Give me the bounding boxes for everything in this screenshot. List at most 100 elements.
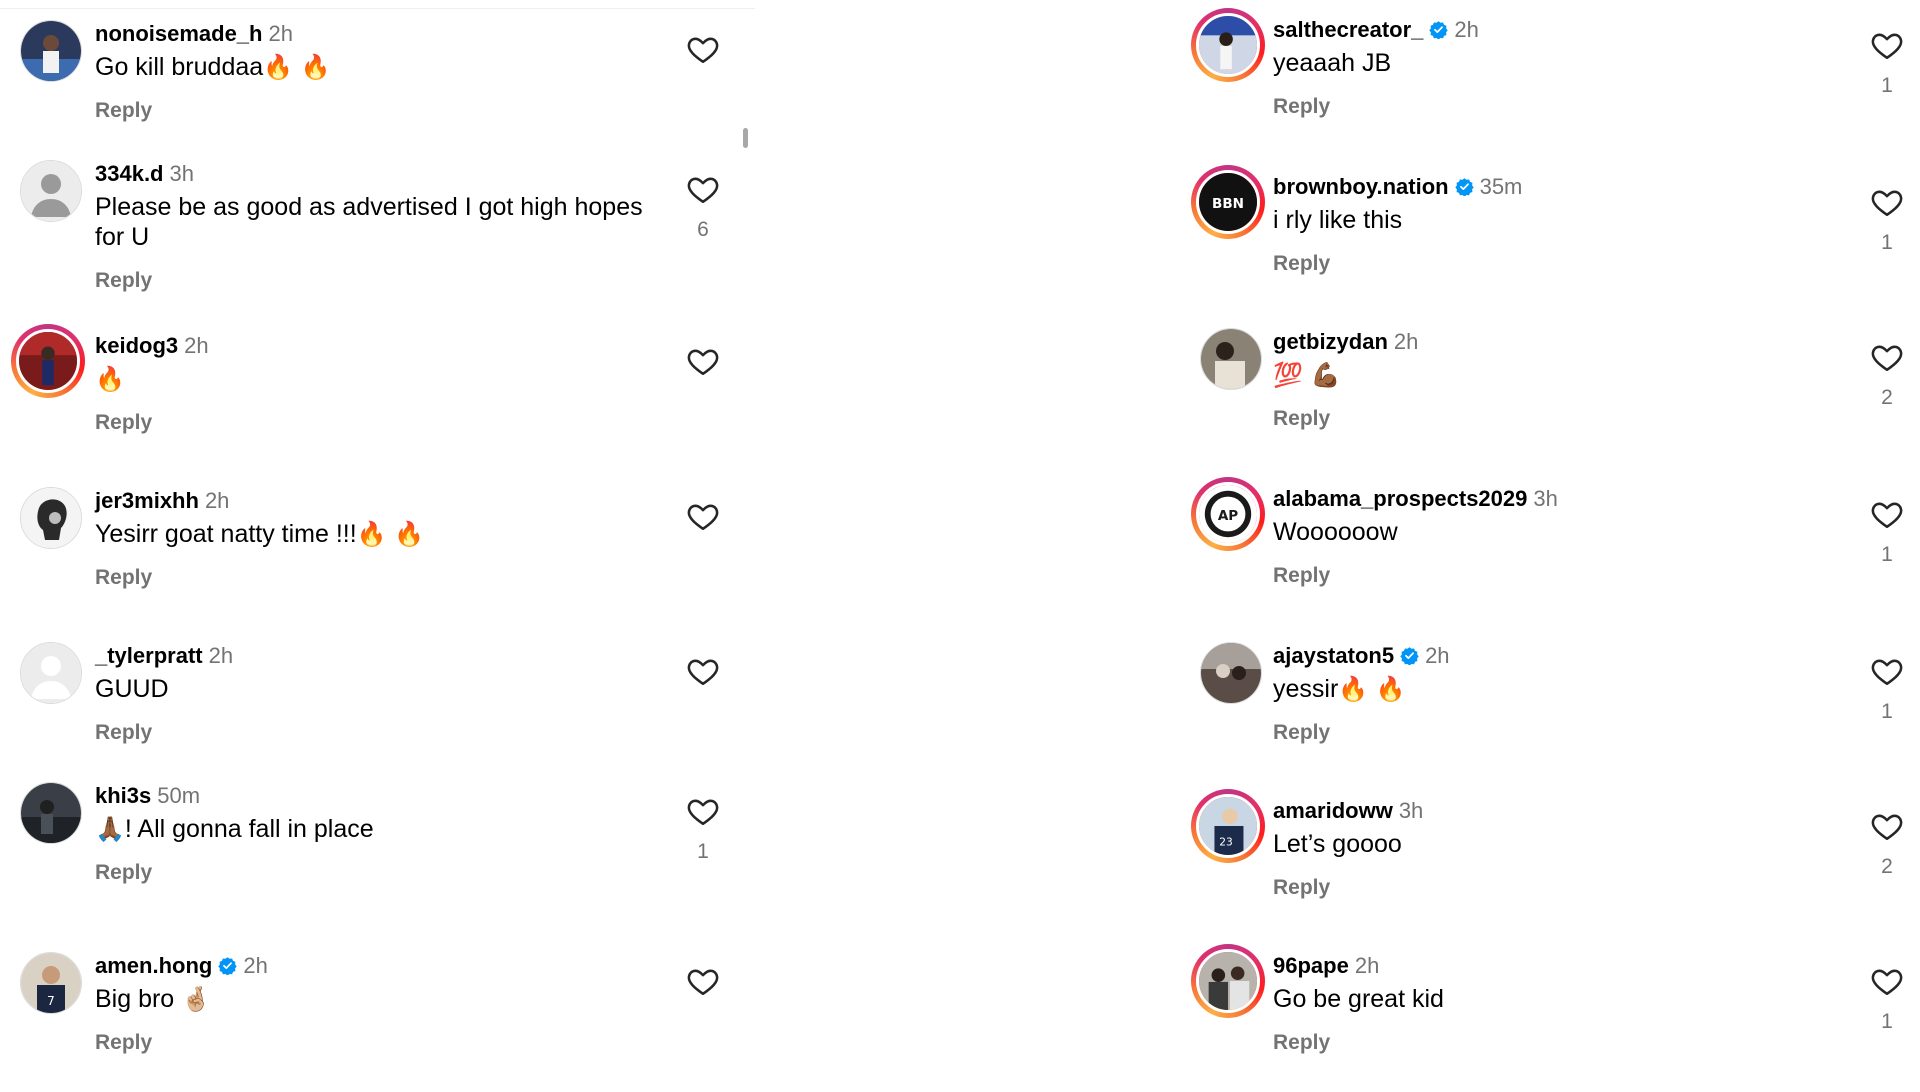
comment-meta: nonoisemade_h 2h (95, 20, 655, 48)
comment-body: khi3s 50m 🙏🏾! All gonna fall in place Rep… (95, 782, 655, 886)
username-link[interactable]: alabama_prospects2029 (1273, 486, 1527, 511)
comment-text: Let’s goooo (1273, 829, 1833, 859)
comment-emoji: 🤞🏼 (181, 985, 212, 1013)
comment-body: keidog3 2h 🔥 Reply (95, 332, 655, 436)
comment-text-content: Yesirr goat natty time !!! (95, 520, 357, 548)
avatar-with-story-ring[interactable]: AP (1191, 477, 1265, 551)
like-heart-icon[interactable] (1870, 964, 1904, 998)
comment-meta: amen.hong 2h (95, 952, 655, 980)
username-link[interactable]: ajaystaton5 (1273, 643, 1394, 668)
timestamp: 2h (1454, 17, 1479, 42)
like-heart-icon[interactable] (686, 499, 720, 533)
username-link[interactable]: jer3mixhh (95, 488, 199, 513)
timestamp: 3h (169, 161, 194, 186)
avatar[interactable]: 7 (20, 952, 82, 1014)
reply-button[interactable]: Reply (1273, 1030, 1330, 1056)
comment-emoji: 🔥 🔥 (1338, 675, 1406, 703)
avatar-with-story-ring[interactable] (1191, 8, 1265, 82)
reply-button[interactable]: Reply (95, 860, 152, 886)
avatar[interactable] (20, 20, 82, 82)
verified-badge-icon (1400, 646, 1419, 665)
username-link[interactable]: amaridoww (1273, 798, 1393, 823)
comment-meta: brownboy.nation 35m (1273, 173, 1833, 201)
comment-meta: amaridoww 3h (1273, 797, 1833, 825)
comment-text: Yesirr goat natty time !!!🔥 🔥 (95, 519, 655, 549)
like-heart-icon[interactable] (686, 654, 720, 688)
like-count: 6 (697, 218, 709, 241)
avatar[interactable] (20, 782, 82, 844)
username-link[interactable]: keidog3 (95, 333, 178, 358)
comment-emoji: 💯 💪🏾 (1273, 361, 1341, 389)
svg-text:23: 23 (1219, 835, 1233, 848)
username-link[interactable]: 96pape (1273, 953, 1349, 978)
comment-item: BBN brownboy.nation 35m i rly like this R… (1180, 165, 1920, 313)
comment-meta: keidog3 2h (95, 332, 655, 360)
like-heart-icon[interactable] (686, 344, 720, 378)
username-link[interactable]: nonoisemade_h (95, 21, 262, 46)
username-link[interactable]: salthecreator_ (1273, 17, 1423, 42)
avatar-photo (20, 782, 82, 844)
reply-button[interactable]: Reply (1273, 563, 1330, 589)
avatar[interactable] (20, 160, 82, 222)
timestamp: 35m (1479, 174, 1523, 199)
comment-item: _tylerpratt 2h GUUD Reply (0, 642, 740, 782)
reply-button[interactable]: Reply (95, 410, 152, 436)
avatar[interactable] (20, 642, 82, 704)
avatar-with-story-ring[interactable]: BBN (1191, 165, 1265, 239)
comment-item: keidog3 2h 🔥 Reply (0, 324, 740, 472)
avatar-with-story-ring[interactable] (1191, 944, 1265, 1018)
avatar[interactable] (1200, 328, 1262, 390)
avatar-with-story-ring[interactable]: 23 (1191, 789, 1265, 863)
like-heart-icon[interactable] (1870, 340, 1904, 374)
like-heart-icon[interactable] (1870, 185, 1904, 219)
avatar-photo (20, 20, 82, 82)
username-link[interactable]: brownboy.nation (1273, 174, 1449, 199)
timestamp: 3h (1533, 486, 1558, 511)
reply-button[interactable]: Reply (1273, 720, 1330, 746)
like-heart-icon[interactable] (686, 32, 720, 66)
comment-text: Big bro 🤞🏼 (95, 984, 655, 1014)
reply-button[interactable]: Reply (95, 1030, 152, 1056)
avatar-photo (16, 329, 80, 393)
reply-button[interactable]: Reply (1273, 251, 1330, 277)
comment-text: Go be great kid (1273, 984, 1833, 1014)
comment-text-content: ! All gonna fall in place (124, 815, 374, 843)
like-heart-icon[interactable] (686, 172, 720, 206)
comment-text: yeaaah JB (1273, 48, 1833, 78)
comment-text: Go kill bruddaa🔥 🔥 (95, 52, 655, 82)
reply-button[interactable]: Reply (1273, 406, 1330, 432)
comment-meta: 96pape 2h (1273, 952, 1833, 980)
comment-text-content: Big bro (95, 985, 175, 1013)
like-heart-icon[interactable] (1870, 809, 1904, 843)
username-link[interactable]: _tylerpratt (95, 643, 203, 668)
avatar[interactable] (20, 487, 82, 549)
reply-button[interactable]: Reply (95, 720, 152, 746)
reply-button[interactable]: Reply (1273, 875, 1330, 901)
comment-item: salthecreator_ 2h yeaaah JB Reply 1 (1180, 8, 1920, 156)
comment-body: salthecreator_ 2h yeaaah JB Reply (1273, 16, 1833, 120)
reply-button[interactable]: Reply (95, 565, 152, 591)
verified-badge-icon (218, 956, 238, 975)
like-heart-icon[interactable] (686, 964, 720, 998)
avatar-photo: AP (1196, 482, 1260, 546)
reply-button[interactable]: Reply (95, 98, 152, 124)
avatar-photo (1196, 13, 1260, 77)
comment-text: yessir🔥 🔥 (1273, 674, 1833, 704)
comment-item: getbizydan 2h 💯 💪🏾 Reply 2 (1180, 328, 1920, 468)
default-avatar-icon (20, 642, 82, 704)
reply-button[interactable]: Reply (1273, 94, 1330, 120)
top-divider (0, 8, 755, 9)
reply-button[interactable]: Reply (95, 268, 152, 294)
scrollbar-thumb[interactable] (743, 128, 748, 148)
avatar-with-story-ring[interactable] (11, 324, 85, 398)
username-link[interactable]: getbizydan (1273, 329, 1388, 354)
like-heart-icon[interactable] (1870, 28, 1904, 62)
username-link[interactable]: amen.hong (95, 953, 212, 978)
like-heart-icon[interactable] (1870, 497, 1904, 531)
comment-text: i rly like this (1273, 205, 1833, 235)
username-link[interactable]: 334k.d (95, 161, 164, 186)
like-heart-icon[interactable] (1870, 654, 1904, 688)
username-link[interactable]: khi3s (95, 783, 151, 808)
like-heart-icon[interactable] (686, 794, 720, 828)
avatar[interactable] (1200, 642, 1262, 704)
